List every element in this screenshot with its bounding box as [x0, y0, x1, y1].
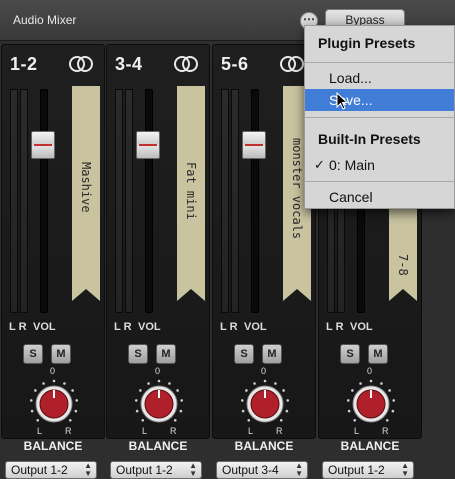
pan-left-label: L — [248, 426, 254, 436]
balance-knob[interactable] — [343, 378, 399, 430]
lr-label: L R — [220, 321, 238, 333]
output-select-value: Output 3-4 — [222, 463, 279, 477]
pan-right-label: R — [382, 426, 389, 436]
channel-strip: 1-2 Mashive L R VOL S M 0 L R BALANCE Ou… — [1, 44, 105, 479]
volume-fader-track[interactable] — [145, 89, 153, 313]
pan-right-label: R — [276, 426, 283, 436]
menu-item-label: Load... — [329, 70, 372, 86]
volume-fader-handle[interactable] — [31, 131, 55, 159]
pan-left-label: L — [142, 426, 148, 436]
pan-zero-label: 0 — [261, 366, 267, 376]
mute-button[interactable]: M — [262, 344, 282, 364]
menu-item-load[interactable]: Load... — [305, 67, 454, 89]
balance-knob[interactable] — [131, 378, 187, 430]
balance-label: BALANCE — [340, 439, 400, 453]
pan-right-label: R — [65, 426, 72, 436]
channel-name: 1-2 — [10, 54, 38, 74]
menu-header-built-in-presets: Built-In Presets — [318, 131, 421, 147]
solo-button[interactable]: S — [234, 344, 254, 364]
menu-item-save[interactable]: Save... — [305, 89, 454, 111]
menu-item-label: Cancel — [329, 189, 373, 205]
balance-label: BALANCE — [234, 439, 294, 453]
tape-notch — [389, 289, 417, 301]
channel-name: 3-4 — [115, 54, 143, 74]
menu-header-plugin-presets: Plugin Presets — [318, 35, 416, 51]
balance-label: BALANCE — [23, 439, 83, 453]
meter-left — [115, 89, 123, 313]
balance-knob[interactable] — [237, 378, 293, 430]
select-arrows-icon: ▲ ▼ — [84, 461, 92, 478]
pan-left-label: L — [37, 426, 43, 436]
output-select[interactable]: Output 1-2 ▲ ▼ — [5, 461, 97, 479]
meter-right — [231, 89, 239, 313]
tape-label: Mashive — [79, 162, 93, 213]
tape-label: Fat mini — [184, 162, 198, 220]
pan-zero-label: 0 — [367, 366, 373, 376]
vol-label: VOL — [244, 321, 267, 333]
tape-notch — [177, 289, 205, 301]
menu-item-main-preset[interactable]: ✓ 0: Main — [305, 154, 454, 176]
lr-label: L R — [326, 321, 344, 333]
balance-label: BALANCE — [128, 439, 188, 453]
lr-label: L R — [9, 321, 27, 333]
channel-name: 5-6 — [221, 54, 249, 74]
channel-strip: 3-4 Fat mini L R VOL S M 0 L R BALANCE O… — [106, 44, 210, 479]
stereo-link-icon[interactable] — [173, 55, 199, 73]
stereo-link-icon[interactable] — [68, 55, 94, 73]
mouse-pointer-icon — [336, 92, 348, 110]
menu-separator — [305, 117, 454, 118]
meter-right — [20, 89, 28, 313]
channel-strip: 5-6 monster vocals L R VOL S M 0 L R BAL… — [212, 44, 316, 479]
volume-fader-handle[interactable] — [136, 131, 160, 159]
volume-fader-track[interactable] — [40, 89, 48, 313]
output-select-value: Output 1-2 — [328, 463, 385, 477]
vol-label: VOL — [138, 321, 161, 333]
window-title: Audio Mixer — [13, 13, 77, 27]
select-arrows-icon: ▲ ▼ — [401, 461, 409, 478]
pan-left-label: L — [354, 426, 360, 436]
pan-zero-label: 0 — [155, 366, 161, 376]
pan-zero-label: 0 — [50, 366, 56, 376]
output-select[interactable]: Output 1-2 ▲ ▼ — [322, 461, 414, 479]
preset-menu: Plugin Presets Load... Save... Built-In … — [304, 25, 455, 209]
mute-button[interactable]: M — [156, 344, 176, 364]
volume-fader-track[interactable] — [251, 89, 259, 313]
mute-button[interactable]: M — [368, 344, 388, 364]
menu-item-label: 0: Main — [329, 157, 375, 173]
select-arrows-icon: ▲ ▼ — [189, 461, 197, 478]
channel-tape[interactable]: Fat mini — [177, 86, 205, 289]
lr-label: L R — [114, 321, 132, 333]
output-select[interactable]: Output 1-2 ▲ ▼ — [110, 461, 202, 479]
meter-left — [10, 89, 18, 313]
vol-label: VOL — [350, 321, 373, 333]
select-arrows-icon: ▲ ▼ — [295, 461, 303, 478]
balance-knob[interactable] — [26, 378, 82, 430]
solo-button[interactable]: S — [23, 344, 43, 364]
mute-button[interactable]: M — [51, 344, 71, 364]
solo-button[interactable]: S — [340, 344, 360, 364]
meter-right — [125, 89, 133, 313]
solo-button[interactable]: S — [128, 344, 148, 364]
output-select[interactable]: Output 3-4 ▲ ▼ — [216, 461, 308, 479]
output-select-value: Output 1-2 — [11, 463, 68, 477]
meter-left — [221, 89, 229, 313]
menu-item-cancel[interactable]: Cancel — [305, 186, 454, 208]
vol-label: VOL — [33, 321, 56, 333]
stereo-link-icon[interactable] — [279, 55, 305, 73]
pan-right-label: R — [170, 426, 177, 436]
channel-tape[interactable]: Mashive — [72, 86, 100, 289]
tape-notch — [283, 289, 311, 301]
output-select-value: Output 1-2 — [116, 463, 173, 477]
menu-separator — [305, 62, 454, 63]
tape-notch — [72, 289, 100, 301]
checkmark-icon: ✓ — [314, 157, 325, 172]
volume-fader-handle[interactable] — [242, 131, 266, 159]
menu-separator — [305, 181, 454, 182]
